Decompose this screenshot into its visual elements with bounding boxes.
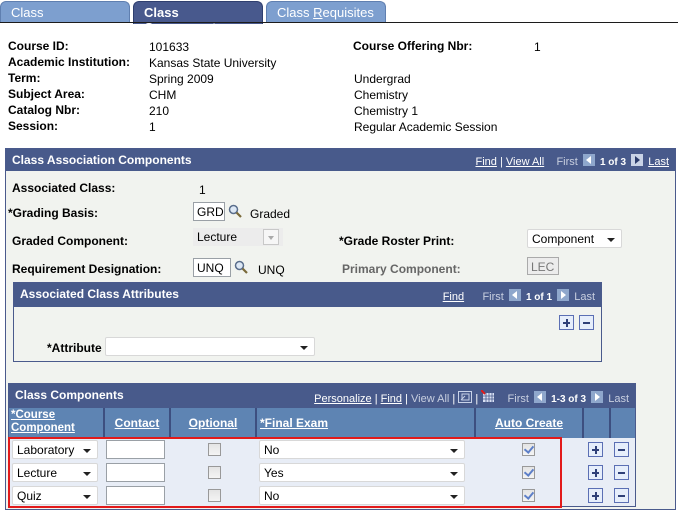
delete-row-button[interactable]	[614, 488, 629, 503]
tab-divider	[0, 22, 678, 23]
next-arrow-icon[interactable]	[631, 154, 644, 166]
session-label: Session:	[8, 119, 59, 133]
delete-attribute-button[interactable]	[579, 315, 594, 330]
institution-value: Kansas State University	[149, 56, 277, 70]
previous-arrow-icon	[508, 289, 521, 301]
panel-header: Class Association Components Find | View…	[6, 149, 675, 171]
add-row-button[interactable]	[588, 442, 603, 457]
catalog-value: 210	[149, 104, 170, 118]
first-label: First	[556, 156, 578, 168]
graded-component-label: Graded Component:	[12, 234, 128, 248]
course-id-label: Course ID:	[8, 39, 69, 53]
highlight-box	[8, 437, 562, 508]
col-course-component[interactable]: *Course Component	[9, 408, 105, 438]
grid-find-link[interactable]: Find	[381, 393, 402, 405]
institution-label: Academic Institution:	[8, 55, 131, 69]
tab-class-components[interactable]: Class Components	[133, 1, 263, 35]
view-all-link[interactable]: View All	[506, 156, 544, 168]
add-attribute-button[interactable]	[559, 315, 574, 330]
career-value: Undergrad	[354, 72, 411, 86]
catalog-label: Catalog Nbr:	[8, 103, 80, 117]
graded-component-select: Lecture	[193, 228, 283, 246]
row-count: 1 of 3	[599, 157, 627, 168]
attributes-title: Associated Class Attributes	[20, 287, 179, 301]
grid-header: Class Components Personalize | Find | Vi…	[9, 384, 635, 408]
personalize-link[interactable]: Personalize	[314, 393, 371, 405]
grid-nav: Personalize | Find | View All | | First …	[314, 389, 629, 405]
session-desc: Regular Academic Session	[354, 120, 498, 134]
term-value: Spring 2009	[149, 72, 214, 86]
attribute-label: *Attribute	[47, 341, 102, 355]
chevron-down-icon	[607, 238, 615, 242]
last-link[interactable]: Last	[648, 156, 669, 168]
tab-class-associations[interactable]: Class Associations	[0, 1, 130, 35]
previous-arrow-icon[interactable]	[582, 154, 595, 166]
attribute-select[interactable]	[105, 337, 315, 356]
attributes-header: Associated Class Attributes Find First 1…	[14, 283, 601, 307]
next-arrow-icon	[591, 391, 604, 403]
grid-view-all: View All	[411, 393, 450, 405]
tab-bar: Class Associations Class Components Clas…	[0, 0, 678, 35]
find-link[interactable]: Find	[475, 156, 496, 168]
grading-basis-input[interactable]: GRD	[193, 202, 225, 221]
primary-component-value: LEC	[527, 257, 559, 275]
subject-label: Subject Area:	[8, 87, 85, 101]
term-label: Term:	[8, 71, 41, 85]
primary-component-label: Primary Component:	[342, 262, 461, 276]
delete-row-button[interactable]	[614, 442, 629, 457]
add-row-button[interactable]	[588, 465, 603, 480]
chevron-down-icon	[263, 229, 279, 245]
add-row-button[interactable]	[588, 488, 603, 503]
requirement-desc: UNQ	[258, 263, 285, 277]
subject-desc: Chemistry	[354, 88, 409, 102]
previous-arrow-icon	[534, 391, 546, 403]
col-auto-create[interactable]: Auto Create	[476, 408, 584, 438]
new-window-icon[interactable]	[458, 391, 473, 403]
attributes-nav: Find First 1 of 1 Last	[442, 289, 595, 303]
grading-basis-desc: Graded	[250, 207, 291, 221]
course-id-value: 101633	[149, 40, 190, 54]
col-delete	[611, 408, 635, 438]
requirement-lookup-icon[interactable]	[234, 260, 248, 274]
col-final-exam[interactable]: *Final Exam	[257, 408, 476, 438]
session-value: 1	[149, 120, 156, 134]
attributes-find-link[interactable]: Find	[443, 291, 464, 303]
panel-title: Class Association Components	[12, 153, 192, 167]
col-contact[interactable]: Contact	[105, 408, 171, 438]
grade-roster-select[interactable]: Component	[527, 229, 622, 248]
next-arrow-icon	[557, 289, 570, 301]
associated-class-label: Associated Class:	[12, 181, 116, 195]
col-optional[interactable]: Optional	[171, 408, 257, 438]
grading-basis-lookup-icon[interactable]	[228, 204, 242, 218]
grading-basis-label: *Grading Basis:	[8, 206, 99, 220]
associated-class-value: 1	[199, 183, 206, 197]
subject-value: CHM	[149, 88, 177, 102]
tab-class-requisites[interactable]: Class Requisites	[266, 1, 386, 23]
grid-title: Class Components	[15, 388, 124, 402]
col-add	[584, 408, 611, 438]
offering-label: Course Offering Nbr:	[353, 39, 473, 53]
chevron-down-icon	[300, 346, 308, 350]
panel-nav: Find | View All First 1 of 3 Last	[475, 154, 669, 168]
requirement-input[interactable]: UNQ	[193, 258, 231, 277]
requirement-label: Requirement Designation:	[12, 262, 162, 276]
offering-value: 1	[534, 40, 541, 54]
download-grid-icon[interactable]	[480, 389, 495, 403]
delete-row-button[interactable]	[614, 465, 629, 480]
grade-roster-label: *Grade Roster Print:	[339, 234, 455, 248]
catalog-desc: Chemistry 1	[354, 104, 419, 118]
